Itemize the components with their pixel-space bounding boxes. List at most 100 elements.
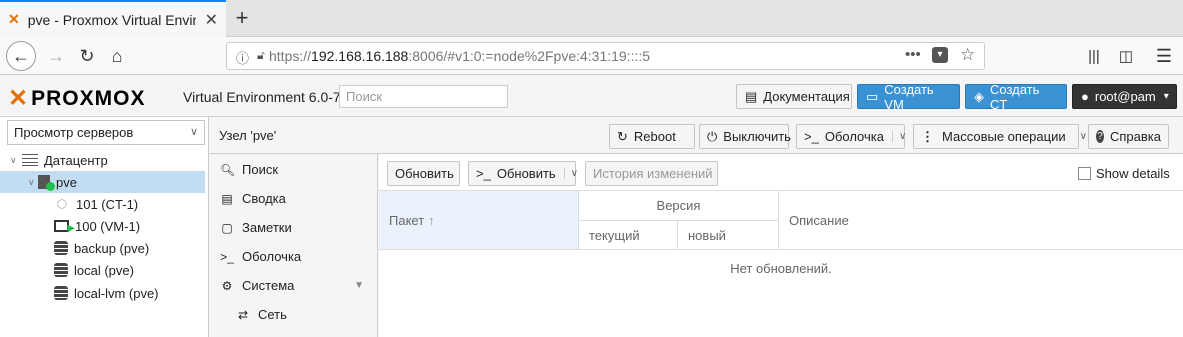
storage-icon [54, 263, 68, 277]
tab-close-icon[interactable]: ✕ [205, 10, 218, 30]
column-header-package[interactable]: Пакет ↑ [379, 191, 579, 250]
tree-item-label: Датацентр [44, 152, 108, 168]
back-icon[interactable]: ← [6, 41, 36, 71]
user-menu-button[interactable]: ● root@pam ▾ [1072, 84, 1177, 109]
tree-item-local-lvm[interactable]: local-lvm (pve) [0, 282, 205, 304]
reboot-button[interactable]: ↻ Reboot [609, 124, 695, 149]
page-actions-icon[interactable]: ••• [905, 46, 921, 63]
chevron-down-icon: ∨ [189, 126, 198, 138]
menu-item-search[interactable]: 🔍︎ Поиск [210, 155, 378, 184]
search-icon: 🔍︎ [220, 162, 236, 177]
bulk-actions-button[interactable]: ⋮ Массовые операции ∨ [913, 124, 1087, 149]
column-header-new[interactable]: новый [678, 221, 779, 250]
bookmark-star-icon[interactable]: ☆ [960, 45, 975, 65]
browser-tab[interactable]: ✕ pve - Proxmox Virtual Environment ✕ [0, 0, 226, 37]
show-details-label: Show details [1096, 166, 1170, 181]
tree-item-vm-100[interactable]: ▶ 100 (VM-1) [0, 215, 205, 237]
resource-tree: Просмотр серверов ∨ ∨ Датацентр ∨ pve ⬡ 1… [0, 117, 209, 337]
updates-toolbar: Обновить >_ Обновить ∨ История изменений S… [379, 154, 1183, 191]
menu-item-network[interactable]: ⇄ Сеть [210, 300, 378, 329]
chevron-down-icon: ∨ [1079, 131, 1087, 142]
tab-title: pve - Proxmox Virtual Environment [27, 11, 196, 28]
column-header-current[interactable]: текущий [579, 221, 678, 250]
collapse-icon: ∨ [10, 154, 17, 165]
menu-item-system[interactable]: ⚙ Система ▼ [210, 271, 378, 300]
version-label: Virtual Environment 6.0-7 [183, 89, 341, 105]
documentation-button[interactable]: ▤ Документация [736, 84, 852, 109]
help-button[interactable]: ? Справка [1088, 124, 1169, 149]
shell-button[interactable]: >_ Оболочка ∨ [796, 124, 906, 149]
exchange-icon: ⇄ [237, 307, 249, 322]
tree-item-ct-101[interactable]: ⬡ 101 (CT-1) [0, 193, 205, 215]
tree-item-label: backup (pve) [74, 240, 150, 256]
chevron-down-icon: ▼ [354, 280, 364, 291]
container-icon: ⬡ [56, 197, 68, 211]
updates-grid: Пакет ↑ Версия текущий новый Описание Нет… [379, 191, 1183, 337]
menu-item-summary[interactable]: ▤ Сводка [210, 184, 378, 213]
library-icon[interactable]: ||| [1080, 42, 1108, 70]
url-bar[interactable]: ⓘ 🔓︎ https://192.168.16.188:8006/#v1:0:=… [226, 42, 985, 70]
cube-icon: ◈ [974, 88, 984, 104]
menu-item-shell[interactable]: >_ Оболочка [210, 242, 378, 271]
browser-tab-strip: ✕ pve - Proxmox Virtual Environment ✕ + [0, 0, 1183, 37]
proxmox-x-icon: ✕ [8, 85, 30, 112]
browser-nav-bar: ← → ↻ ⌂ ⓘ 🔓︎ https://192.168.16.188:8006… [0, 37, 1183, 75]
terminal-icon: >_ [476, 166, 491, 181]
node-menu: 🔍︎ Поиск ▤ Сводка ▢ Заметки >_ Оболочка ⚙ Сис… [210, 154, 378, 337]
ellipsis-vertical-icon: ⋮ [921, 128, 934, 144]
tree-item-datacenter[interactable]: ∨ Датацентр [0, 149, 205, 171]
node-toolbar: Узел 'pve' ↻ Reboot ⏻ Выключить >_ Оболочка… [210, 117, 1183, 154]
proxmox-favicon-icon: ✕ [8, 11, 20, 27]
updates-panel: Обновить >_ Обновить ∨ История изменений S… [379, 154, 1183, 337]
monitor-icon: ▭ [866, 88, 879, 104]
sidebar-icon[interactable]: ◫ [1112, 42, 1140, 70]
menu-item-notes[interactable]: ▢ Заметки [210, 213, 378, 242]
forward-icon[interactable]: → [42, 42, 70, 70]
tree-item-local[interactable]: local (pve) [0, 259, 205, 281]
tree-item-backup[interactable]: backup (pve) [0, 237, 205, 259]
reboot-icon: ↻ [617, 128, 628, 144]
help-icon: ? [1096, 130, 1104, 143]
proxmox-header: ✕ PROXMOX Virtual Environment 6.0-7 Поиск… [0, 75, 1183, 117]
upgrade-button[interactable]: >_ Обновить ∨ [468, 161, 578, 186]
view-selector[interactable]: Просмотр серверов ∨ [7, 120, 205, 145]
book-icon: ▤ [221, 191, 233, 206]
refresh-button[interactable]: Обновить [387, 161, 460, 186]
shutdown-button[interactable]: ⏻ Выключить [699, 124, 791, 149]
gears-icon: ⚙ [221, 278, 233, 293]
new-tab-icon[interactable]: + [232, 5, 252, 31]
tree-item-pve[interactable]: ∨ pve [0, 171, 205, 193]
search-input[interactable]: Поиск [339, 85, 508, 108]
user-icon: ● [1081, 89, 1089, 104]
create-vm-button[interactable]: ▭ Создать VM [857, 82, 960, 112]
node-title: Узел 'pve' [219, 128, 277, 143]
empty-message: Нет обновлений. [730, 261, 832, 276]
note-icon: ▢ [221, 220, 233, 235]
checkbox-box[interactable] [1078, 167, 1091, 180]
sort-asc-icon: ↑ [428, 212, 435, 228]
create-ct-button[interactable]: ◈ Создать CT [965, 82, 1067, 112]
reload-icon[interactable]: ↻ [73, 42, 101, 70]
vm-running-icon: ▶ [54, 220, 75, 234]
collapse-icon: ∨ [28, 176, 35, 187]
changelog-button[interactable]: История изменений [585, 161, 718, 186]
pocket-icon[interactable]: ▾ [932, 47, 948, 63]
chevron-down-icon[interactable]: ∨ [563, 168, 578, 179]
proxmox-logo: ✕ PROXMOX [8, 85, 146, 112]
terminal-icon: >_ [804, 129, 819, 144]
home-icon[interactable]: ⌂ [103, 42, 131, 70]
chevron-down-icon: ▾ [1163, 91, 1169, 102]
column-header-description[interactable]: Описание [779, 191, 1183, 250]
terminal-icon: >_ [220, 249, 234, 264]
node-online-icon [38, 175, 55, 191]
book-icon: ▤ [745, 88, 758, 104]
column-header-version: Версия [579, 191, 779, 221]
menu-icon[interactable]: ☰ [1150, 42, 1178, 70]
server-rack-icon [22, 154, 38, 166]
show-details-checkbox[interactable]: Show details [1078, 166, 1170, 181]
url-text: https://192.168.16.188:8006/#v1:0:=node%… [269, 48, 651, 64]
info-icon[interactable]: ⓘ [236, 48, 249, 67]
insecure-lock-icon[interactable]: 🔓︎ [257, 48, 265, 63]
chevron-down-icon[interactable]: ∨ [891, 131, 906, 142]
power-icon: ⏻ [707, 128, 718, 144]
